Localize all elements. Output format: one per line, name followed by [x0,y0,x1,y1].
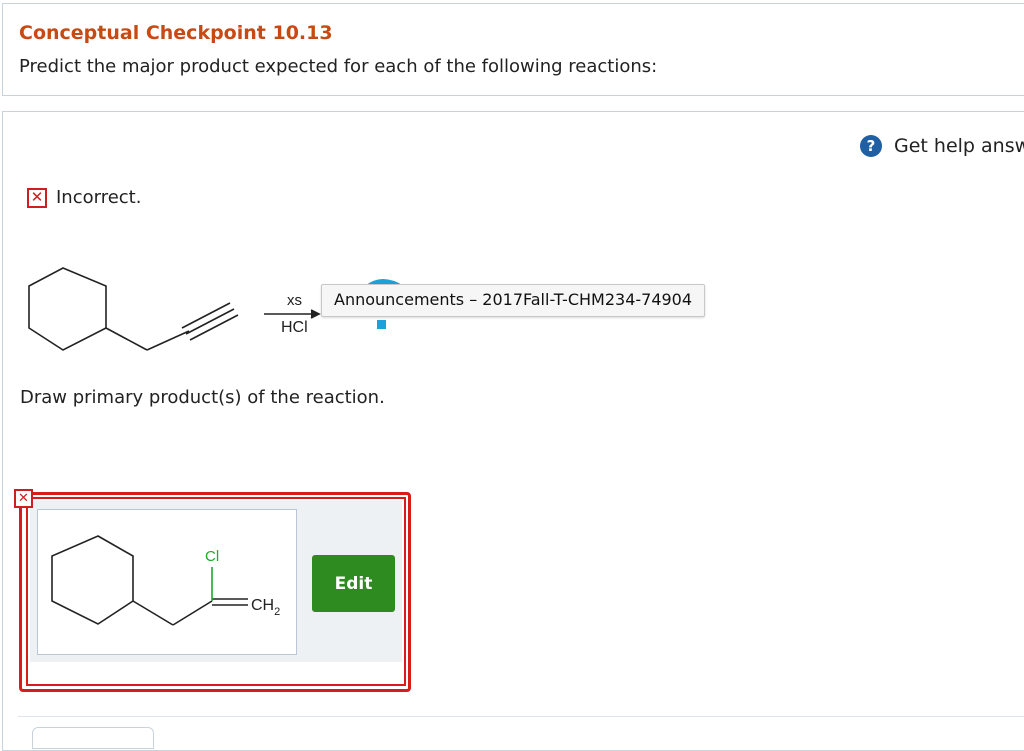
close-icon: ✕ [27,187,47,208]
product-drawing[interactable]: Cl CH2 [37,509,297,655]
reagent-below: HCl [281,319,308,336]
ch2-label: CH2 [251,597,280,618]
close-icon: ✕ [14,489,33,508]
next-section-tab[interactable] [32,727,154,749]
reagent-above: xs [287,292,302,309]
question-prompt: Draw primary product(s) of the reaction. [20,387,385,408]
edit-button[interactable]: Edit [312,555,395,612]
question-header-panel [2,3,1024,96]
question-instructions: Predict the major product expected for e… [19,56,658,77]
product-structure: Cl CH2 [51,535,280,626]
get-help-link[interactable]: ? Get help answ [860,135,1024,157]
announcements-tooltip: Announcements – 2017Fall-T-CHM234-74904 [321,284,706,317]
divider [18,716,1024,717]
get-help-label: Get help answ [894,135,1024,157]
product-cyclohexane-ring [51,535,134,625]
reaction-scheme: xs HCl [28,267,321,351]
answer-status: ✕ Incorrect. [27,187,141,208]
page-title: Conceptual Checkpoint 10.13 [19,22,333,44]
question-circle-icon: ? [860,135,882,157]
status-text: Incorrect. [56,187,142,208]
alkyne-bond [146,330,190,351]
cyclohexane-ring [28,267,107,351]
chlorine-label: Cl [205,548,219,565]
ch2-bond [105,327,148,351]
